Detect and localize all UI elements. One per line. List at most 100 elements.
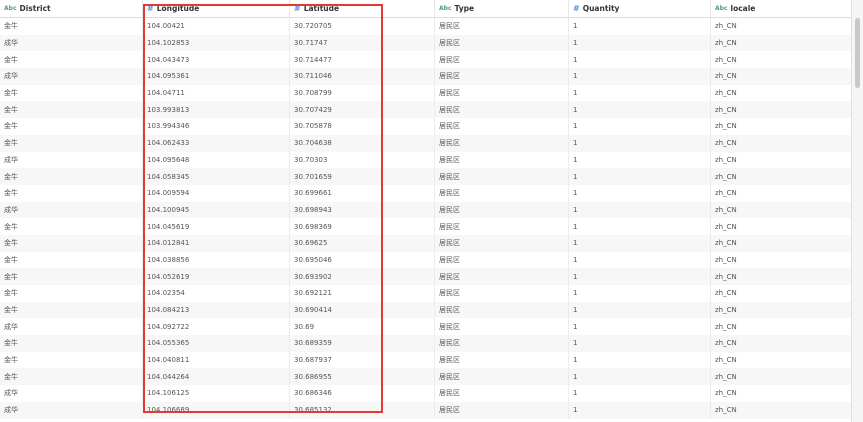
cell-longitude[interactable]: 104.02354 (143, 285, 290, 302)
cell-locale[interactable]: zh_CN (711, 235, 851, 252)
table-row[interactable]: 金牛 104.009594 30.699661 居民区 1 zh_CN (0, 184, 851, 202)
cell-quantity[interactable]: 1 (569, 318, 711, 336)
cell-locale[interactable]: zh_CN (711, 68, 851, 85)
cell-quantity[interactable]: 1 (569, 268, 711, 285)
cell-locale[interactable]: zh_CN (711, 202, 851, 219)
cell-quantity[interactable]: 1 (569, 301, 711, 319)
cell-type[interactable]: 居民区 (435, 368, 569, 386)
cell-locale[interactable]: zh_CN (711, 135, 851, 152)
cell-district[interactable]: 金牛 (0, 368, 143, 386)
cell-quantity[interactable]: 1 (569, 101, 711, 119)
table-row[interactable]: 成华 104.095648 30.70303 居民区 1 zh_CN (0, 151, 851, 169)
cell-quantity[interactable]: 1 (569, 151, 711, 169)
cell-district[interactable]: 成华 (0, 34, 143, 52)
cell-locale[interactable]: zh_CN (711, 285, 851, 302)
cell-longitude[interactable]: 104.095648 (143, 151, 290, 169)
cell-quantity[interactable]: 1 (569, 218, 711, 235)
cell-district[interactable]: 金牛 (0, 184, 143, 202)
cell-locale[interactable]: zh_CN (711, 335, 851, 352)
cell-latitude[interactable]: 30.714477 (290, 51, 435, 69)
cell-quantity[interactable]: 1 (569, 351, 711, 369)
cell-latitude[interactable]: 30.693902 (290, 268, 435, 285)
vertical-scrollbar[interactable] (851, 0, 863, 422)
cell-longitude[interactable]: 103.994346 (143, 118, 290, 135)
cell-type[interactable]: 居民区 (435, 51, 569, 69)
cell-latitude[interactable]: 30.69625 (290, 234, 435, 252)
cell-type[interactable]: 居民区 (435, 251, 569, 269)
cell-district[interactable]: 金牛 (0, 84, 143, 102)
cell-type[interactable]: 居民区 (435, 385, 569, 402)
cell-longitude[interactable]: 104.043473 (143, 51, 290, 69)
cell-latitude[interactable]: 30.711046 (290, 68, 435, 85)
table-row[interactable]: 成华 104.100945 30.698943 居民区 1 zh_CN (0, 201, 851, 219)
table-row[interactable]: 金牛 104.038856 30.695046 居民区 1 zh_CN (0, 251, 851, 269)
column-header-type[interactable]: Abc Type (435, 0, 569, 17)
table-row[interactable]: 金牛 104.045619 30.698369 居民区 1 zh_CN (0, 218, 851, 235)
table-row[interactable]: 金牛 104.040811 30.687937 居民区 1 zh_CN (0, 351, 851, 369)
table-row[interactable]: 成华 104.106689 30.685132 居民区 1 zh_CN (0, 401, 851, 419)
cell-longitude[interactable]: 104.009594 (143, 184, 290, 202)
cell-quantity[interactable]: 1 (569, 285, 711, 302)
cell-locale[interactable]: zh_CN (711, 218, 851, 235)
cell-latitude[interactable]: 30.705878 (290, 118, 435, 135)
cell-type[interactable]: 居民区 (435, 301, 569, 319)
cell-locale[interactable]: zh_CN (711, 51, 851, 68)
cell-quantity[interactable]: 1 (569, 368, 711, 386)
cell-locale[interactable]: zh_CN (711, 385, 851, 402)
cell-quantity[interactable]: 1 (569, 118, 711, 135)
cell-longitude[interactable]: 104.045619 (143, 218, 290, 235)
cell-district[interactable]: 金牛 (0, 301, 143, 319)
cell-district[interactable]: 成华 (0, 68, 143, 85)
cell-longitude[interactable]: 104.00421 (143, 18, 290, 35)
cell-longitude[interactable]: 104.095361 (143, 68, 290, 85)
cell-type[interactable]: 居民区 (435, 84, 569, 102)
cell-district[interactable]: 金牛 (0, 101, 143, 119)
cell-type[interactable]: 居民区 (435, 101, 569, 119)
cell-quantity[interactable]: 1 (569, 68, 711, 85)
cell-district[interactable]: 金牛 (0, 335, 143, 352)
cell-type[interactable]: 居民区 (435, 168, 569, 185)
cell-latitude[interactable]: 30.69 (290, 318, 435, 336)
cell-district[interactable]: 金牛 (0, 51, 143, 69)
cell-longitude[interactable]: 104.106689 (143, 401, 290, 419)
cell-longitude[interactable]: 104.038856 (143, 251, 290, 269)
cell-type[interactable]: 居民区 (435, 118, 569, 135)
cell-district[interactable]: 金牛 (0, 168, 143, 185)
cell-latitude[interactable]: 30.689359 (290, 335, 435, 352)
cell-type[interactable]: 居民区 (435, 234, 569, 252)
cell-longitude[interactable]: 104.04711 (143, 84, 290, 102)
table-row[interactable]: 金牛 104.062433 30.704638 居民区 1 zh_CN (0, 134, 851, 152)
cell-latitude[interactable]: 30.686955 (290, 368, 435, 386)
cell-type[interactable]: 居民区 (435, 218, 569, 235)
column-header-latitude[interactable]: # Latitude (290, 0, 435, 17)
cell-locale[interactable]: zh_CN (711, 402, 851, 419)
cell-latitude[interactable]: 30.707429 (290, 101, 435, 119)
cell-type[interactable]: 居民区 (435, 34, 569, 52)
column-header-longitude[interactable]: # Longitude (143, 0, 290, 17)
cell-longitude[interactable]: 104.055365 (143, 335, 290, 352)
cell-locale[interactable]: zh_CN (711, 35, 851, 52)
cell-district[interactable]: 成华 (0, 385, 143, 402)
cell-quantity[interactable]: 1 (569, 401, 711, 419)
cell-district[interactable]: 成华 (0, 401, 143, 419)
cell-latitude[interactable]: 30.698369 (290, 218, 435, 235)
cell-latitude[interactable]: 30.685132 (290, 401, 435, 419)
cell-quantity[interactable]: 1 (569, 201, 711, 219)
cell-longitude[interactable]: 104.102853 (143, 34, 290, 52)
cell-type[interactable]: 居民区 (435, 201, 569, 219)
cell-locale[interactable]: zh_CN (711, 85, 851, 102)
cell-longitude[interactable]: 104.100945 (143, 201, 290, 219)
cell-district[interactable]: 成华 (0, 201, 143, 219)
cell-type[interactable]: 居民区 (435, 184, 569, 202)
cell-quantity[interactable]: 1 (569, 385, 711, 402)
cell-longitude[interactable]: 104.058345 (143, 168, 290, 185)
table-row[interactable]: 金牛 104.00421 30.720705 居民区 1 zh_CN (0, 18, 851, 35)
cell-longitude[interactable]: 104.044264 (143, 368, 290, 386)
cell-type[interactable]: 居民区 (435, 151, 569, 169)
cell-latitude[interactable]: 30.71747 (290, 34, 435, 52)
cell-type[interactable]: 居民区 (435, 285, 569, 302)
table-row[interactable]: 金牛 104.043473 30.714477 居民区 1 zh_CN (0, 51, 851, 69)
cell-longitude[interactable]: 104.092722 (143, 318, 290, 336)
cell-quantity[interactable]: 1 (569, 51, 711, 69)
cell-type[interactable]: 居民区 (435, 351, 569, 369)
